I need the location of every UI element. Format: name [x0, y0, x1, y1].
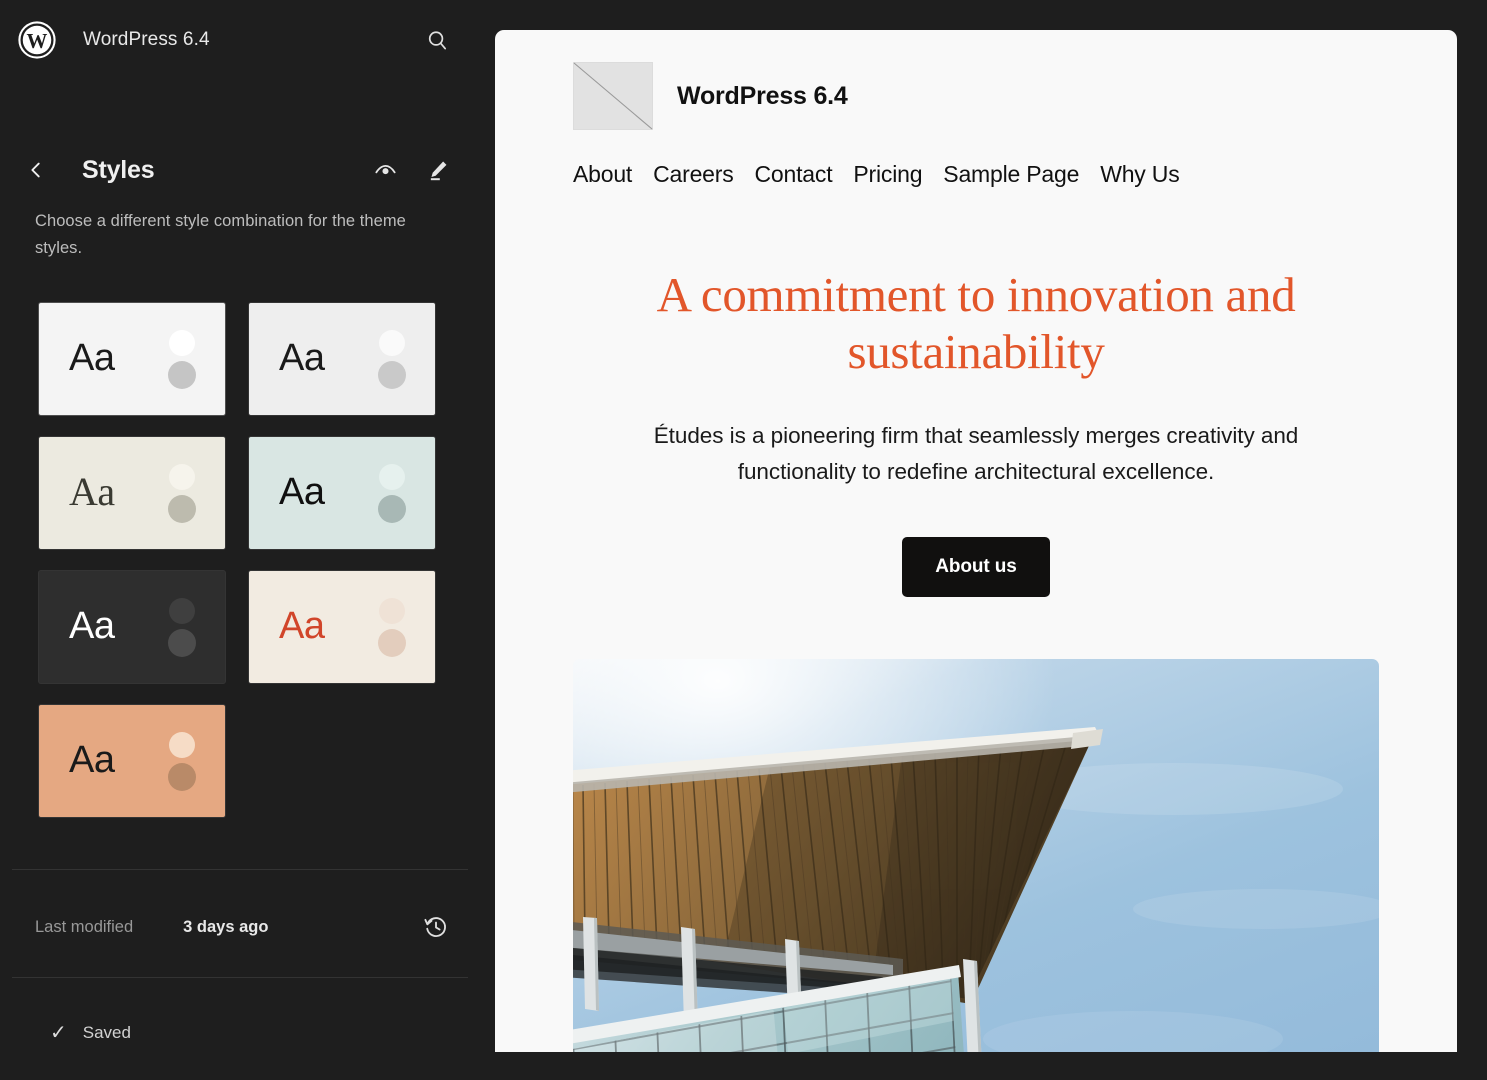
- nav-item-pricing[interactable]: Pricing: [853, 161, 922, 188]
- save-status-label: Saved: [82, 1023, 131, 1042]
- hero-heading: A commitment to innovation and sustainab…: [656, 267, 1296, 380]
- swatch-dot-primary: [169, 598, 195, 625]
- svg-text:W: W: [27, 29, 48, 53]
- back-button[interactable]: [18, 152, 54, 188]
- style-variation-swatch[interactable]: Aa: [39, 303, 225, 416]
- swatch-dot-primary: [169, 464, 195, 491]
- styles-panel-description: Choose a different style combination for…: [35, 212, 406, 258]
- swatch-sample-text: Aa: [279, 337, 325, 380]
- save-status[interactable]: ✓ Saved: [0, 1008, 480, 1058]
- swatch-sample-text: Aa: [69, 469, 115, 515]
- style-variation-swatch[interactable]: Aa: [249, 303, 435, 416]
- style-variation-swatch[interactable]: Aa: [39, 705, 225, 818]
- style-variations-grid: Aa Aa Aa Aa Aa Aa Aa: [0, 303, 480, 818]
- site-title: WordPress 6.4: [677, 81, 848, 110]
- swatch-sample-text: Aa: [69, 605, 115, 648]
- site-editor-window: W WordPress 6.4 Styles Choose a differen…: [0, 0, 1487, 1080]
- nav-item-about[interactable]: About: [573, 161, 632, 188]
- swatch-dot-secondary: [378, 495, 406, 524]
- site-navigation: About Careers Contact Pricing Sample Pag…: [573, 161, 1379, 188]
- chevron-left-icon: [31, 162, 40, 178]
- style-variation-swatch[interactable]: Aa: [249, 437, 435, 550]
- swatch-dot-primary: [169, 330, 195, 357]
- history-icon[interactable]: [418, 909, 454, 945]
- swatch-dot-primary: [169, 732, 195, 759]
- broken-image-placeholder-icon[interactable]: [573, 62, 653, 130]
- sidebar-header: W WordPress 6.4: [0, 0, 480, 80]
- divider: [12, 977, 468, 978]
- eye-icon[interactable]: [368, 153, 402, 187]
- swatch-dot-secondary: [168, 763, 196, 792]
- hero-subtitle: Études is a pioneering firm that seamles…: [653, 422, 1299, 485]
- site-preview-canvas[interactable]: WordPress 6.4 About Careers Contact Pric…: [495, 30, 1457, 1052]
- swatch-dot-secondary: [168, 495, 196, 524]
- swatch-dot-secondary: [378, 629, 406, 658]
- last-modified-label: Last modified: [35, 917, 134, 936]
- site-header: WordPress 6.4 About Careers Contact Pric…: [573, 30, 1379, 188]
- last-modified-row: Last modified 3 days ago: [0, 898, 480, 956]
- swatch-dot-primary: [379, 330, 405, 357]
- pencil-icon[interactable]: [420, 153, 454, 187]
- sidebar-site-title: WordPress 6.4: [83, 29, 210, 50]
- style-variation-swatch[interactable]: Aa: [39, 571, 225, 684]
- swatch-dot-primary: [379, 598, 405, 625]
- search-icon[interactable]: [420, 23, 454, 57]
- site-content: WordPress 6.4 About Careers Contact Pric…: [495, 30, 1457, 1052]
- editor-sidebar: W WordPress 6.4 Styles Choose a differen…: [0, 0, 480, 1080]
- check-icon: ✓: [50, 1022, 67, 1044]
- swatch-dot-secondary: [378, 361, 406, 390]
- swatch-sample-text: Aa: [279, 605, 325, 648]
- site-branding: WordPress 6.4: [573, 54, 1379, 138]
- divider: [12, 869, 468, 870]
- styles-panel-actions: [368, 153, 454, 187]
- about-us-button[interactable]: About us: [902, 536, 1050, 597]
- architecture-hero-image: [573, 658, 1379, 1052]
- swatch-dot-secondary: [168, 629, 196, 658]
- swatch-sample-text: Aa: [69, 337, 115, 380]
- nav-item-contact[interactable]: Contact: [755, 161, 833, 188]
- swatch-sample-text: Aa: [69, 739, 115, 782]
- styles-panel-header: Styles: [0, 142, 480, 198]
- hero-section: A commitment to innovation and sustainab…: [573, 188, 1379, 1052]
- wordpress-logo-icon[interactable]: W: [18, 21, 56, 59]
- nav-item-sample-page[interactable]: Sample Page: [943, 161, 1079, 188]
- nav-item-careers[interactable]: Careers: [653, 161, 734, 188]
- nav-item-why-us[interactable]: Why Us: [1100, 161, 1180, 188]
- swatch-dot-secondary: [168, 361, 196, 390]
- swatch-sample-text: Aa: [279, 471, 325, 514]
- last-modified-value: 3 days ago: [183, 917, 269, 936]
- style-variation-swatch[interactable]: Aa: [249, 571, 435, 684]
- page-title: Styles: [82, 155, 155, 184]
- swatch-dot-primary: [379, 464, 405, 491]
- style-variation-swatch[interactable]: Aa: [39, 437, 225, 550]
